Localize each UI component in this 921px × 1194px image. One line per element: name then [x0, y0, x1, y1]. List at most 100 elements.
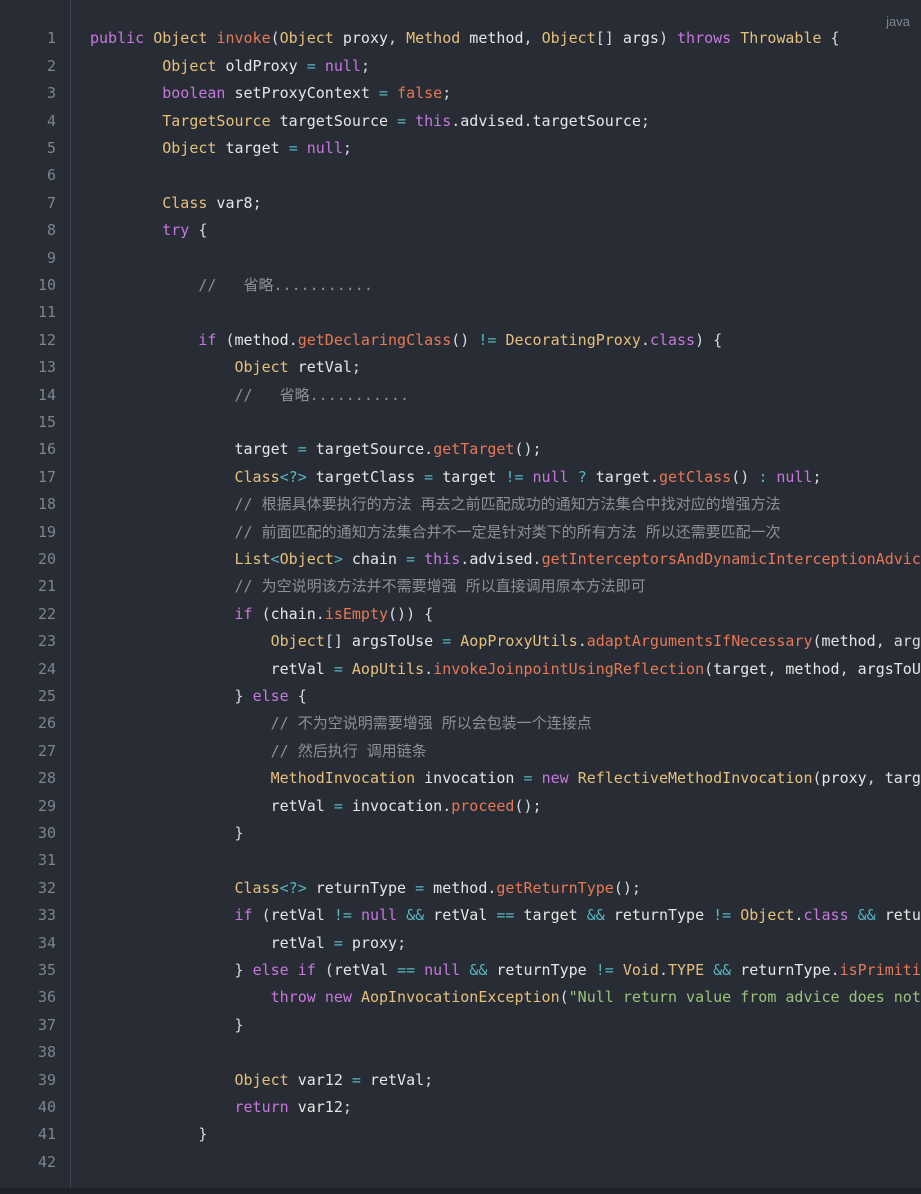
code-token: null	[324, 56, 361, 75]
code-line[interactable]: throw new AopInvocationException("Null r…	[90, 984, 921, 1011]
line-number: 7	[46, 193, 56, 212]
code-token: ()) {	[388, 604, 434, 623]
code-token: advised	[460, 111, 524, 130]
code-editor[interactable]: 1 2 3 4 5 6 7 8 9 10 11 12 13 14 15 16 17 18 19 20 21 22 23 24 2…	[0, 0, 921, 1194]
line-number: 2	[46, 56, 56, 75]
code-token: AopUtils	[351, 659, 425, 678]
code-token: returnType	[604, 906, 714, 925]
code-line[interactable]: public Object invoke(Object proxy, Metho…	[90, 25, 840, 52]
code-line[interactable]: Object[] argsToUse = AopProxyUtils.adapt…	[90, 628, 921, 655]
code-token: this	[424, 549, 461, 568]
code-line[interactable]: // 然后执行 调用链条	[90, 738, 427, 765]
code-line[interactable]: Class var8;	[90, 190, 261, 217]
code-line[interactable]: Object target = null;	[90, 135, 352, 162]
code-line[interactable]: // 不为空说明需要增强 所以会包装一个连接点	[90, 710, 592, 737]
code-token: }	[90, 960, 253, 979]
line-number: 28	[37, 769, 56, 788]
code-line[interactable]: }	[90, 820, 243, 847]
code-token: ()	[451, 330, 479, 349]
code-token: else	[252, 960, 289, 979]
code-line[interactable]: // 省略...........	[90, 382, 410, 409]
code-token: ,	[523, 29, 542, 48]
code-line[interactable]: Object var12 = retVal;	[90, 1067, 434, 1094]
line-number: 20	[37, 549, 56, 568]
code-line[interactable]: target = targetSource.getTarget();	[90, 436, 542, 463]
code-line[interactable]: retVal = AopUtils.invokeJoinpointUsingRe…	[90, 656, 921, 683]
code-line[interactable]: }	[90, 1121, 207, 1148]
line-number: 24	[37, 659, 56, 678]
line-number: 21	[37, 577, 56, 596]
code-line[interactable]: Object retVal;	[90, 354, 361, 381]
code-line[interactable]: return var12;	[90, 1094, 352, 1121]
code-token: ?	[577, 467, 587, 486]
code-token: target	[514, 906, 587, 925]
code-token: ;	[342, 1097, 352, 1116]
code-token: !=	[505, 467, 524, 486]
code-token: retVal	[424, 906, 497, 925]
code-token: isEmpty	[324, 604, 389, 623]
code-line[interactable]: } else {	[90, 683, 306, 710]
code-token: .	[649, 467, 659, 486]
code-line[interactable]: }	[90, 1012, 243, 1039]
horizontal-scrollbar[interactable]	[0, 1188, 921, 1194]
code-line[interactable]: Class<?> returnType = method.getReturnTy…	[90, 875, 641, 902]
code-line[interactable]: if (method.getDeclaringClass() != Decora…	[90, 327, 722, 354]
code-line[interactable]: retVal = proxy;	[90, 930, 406, 957]
code-line[interactable]: MethodInvocation invocation = new Reflec…	[90, 765, 921, 792]
code-line[interactable]: if (retVal != null && retVal == target &…	[90, 902, 921, 929]
code-token: public	[90, 29, 145, 48]
code-token: boolean	[162, 84, 226, 103]
code-line[interactable]: // 前面匹配的通知方法集合并不一定是针对类下的所有方法 所以还需要匹配一次	[90, 519, 781, 546]
code-line[interactable]: // 省略...........	[90, 272, 373, 299]
code-token: if	[234, 906, 253, 925]
code-line[interactable]: // 为空说明该方法并不需要增强 所以直接调用原本方法即可	[90, 573, 646, 600]
code-token: !=	[595, 960, 614, 979]
code-token: ();	[514, 440, 542, 459]
code-line[interactable]: retVal = invocation.proceed();	[90, 793, 542, 820]
code-token: this	[415, 111, 452, 130]
code-line[interactable]: Object oldProxy = null;	[90, 53, 370, 80]
code-line[interactable]: boolean setProxyContext = false;	[90, 80, 451, 107]
code-token: if	[234, 604, 253, 623]
code-token: ,	[388, 29, 407, 48]
code-line[interactable]: try {	[90, 217, 207, 244]
code-token: .	[523, 111, 533, 130]
code-line[interactable]: } else if (retVal == null && returnType …	[90, 957, 921, 984]
line-number: 42	[37, 1152, 56, 1171]
code-line[interactable]: List<Object> chain = this.advised.getInt…	[90, 546, 921, 573]
code-token: (	[252, 604, 271, 623]
code-token: "Null return value from advice does not …	[568, 988, 921, 1007]
code-token: (	[252, 906, 271, 925]
code-token: ,	[839, 659, 858, 678]
line-number: 15	[37, 412, 56, 431]
code-token: method	[821, 632, 876, 651]
code-token: Object	[234, 1070, 289, 1089]
line-number: 6	[46, 166, 56, 185]
code-line[interactable]: Class<?> targetClass = target != null ? …	[90, 464, 822, 491]
code-line[interactable]: TargetSource targetSource = this.advised…	[90, 108, 650, 135]
code-line[interactable]: if (chain.isEmpty()) {	[90, 601, 434, 628]
code-line[interactable]: // 根据具体要执行的方法 再去之前匹配成功的通知方法集合中找对应的增强方法	[90, 491, 781, 518]
code-token: class	[803, 906, 849, 925]
code-token: DecoratingProxy	[505, 330, 641, 349]
code-token: Object	[162, 138, 217, 157]
code-token: adaptArgumentsIfNecessary	[586, 632, 813, 651]
code-token: =	[333, 933, 343, 952]
code-token: retVal	[270, 659, 334, 678]
code-token: =	[306, 56, 316, 75]
code-token: retVal	[360, 1070, 425, 1089]
code-token: <?>	[279, 467, 307, 486]
code-area[interactable]: public Object invoke(Object proxy, Metho…	[71, 0, 921, 1188]
code-token: }	[90, 686, 253, 705]
code-token: if	[198, 330, 217, 349]
